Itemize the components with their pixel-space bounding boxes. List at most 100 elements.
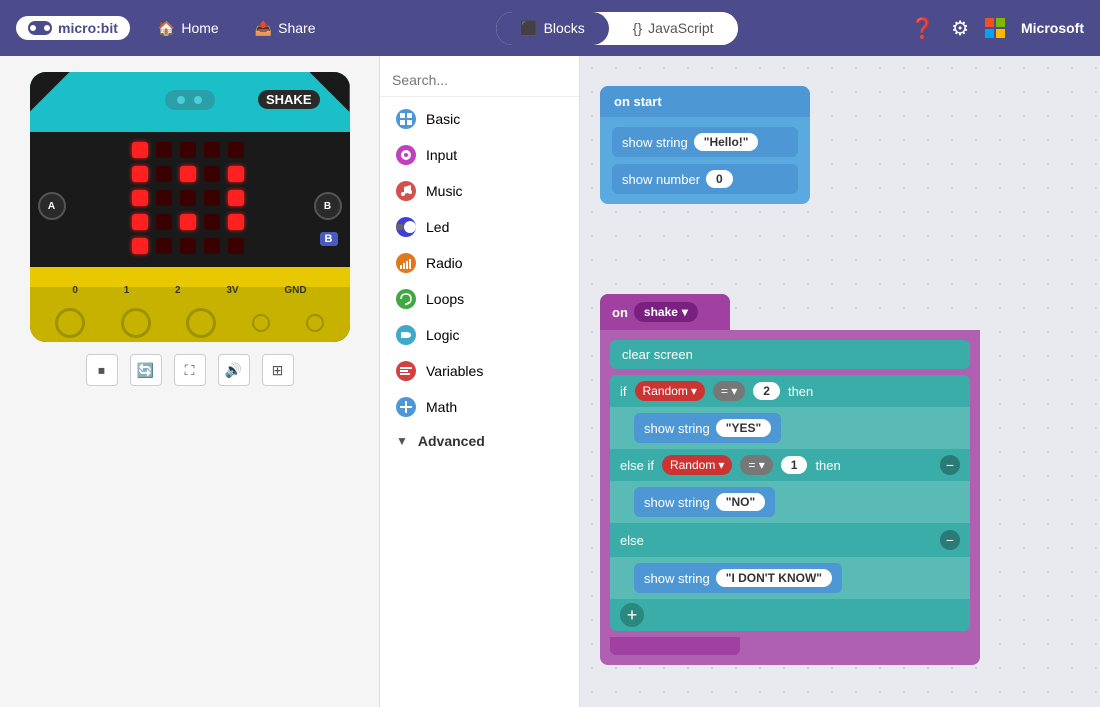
sidebar-item-basic[interactable]: Basic: [380, 101, 579, 137]
led-4-0: [132, 238, 148, 254]
radio-label: Radio: [426, 255, 463, 271]
loops-icon: [396, 289, 416, 309]
math-label: Math: [426, 399, 457, 415]
eq-op-2[interactable]: = ▾: [740, 455, 772, 475]
on-shake-block: on shake ▾ clear screen if Random: [600, 294, 980, 665]
stop-button[interactable]: ⏹: [86, 354, 118, 386]
clear-screen-label: clear screen: [622, 347, 693, 362]
home-button[interactable]: 🏠 Home: [150, 16, 227, 41]
face-sensor: [165, 90, 215, 110]
ms-red: [985, 18, 994, 27]
search-input[interactable]: [392, 72, 573, 88]
share-icon: 📤: [255, 20, 272, 37]
led-1-1: [156, 166, 172, 182]
random-label-1: Random: [643, 384, 688, 398]
shake-label: SHAKE: [258, 90, 320, 109]
sidebar-item-led[interactable]: Led: [380, 209, 579, 245]
minus-btn-2[interactable]: −: [940, 455, 960, 475]
logo[interactable]: micro:bit: [16, 16, 130, 40]
number-value: 0: [706, 170, 733, 188]
workspace: on start show string "Hello!" show numbe…: [580, 56, 1100, 707]
on-start-label: on start: [614, 94, 662, 109]
minus-btn-else[interactable]: −: [940, 530, 960, 550]
random-dropdown-1[interactable]: Random ▾: [635, 381, 705, 401]
eq-chevron-icon-1: ▾: [731, 384, 737, 398]
led-3-2: [180, 214, 196, 230]
expand-button[interactable]: ⊞: [262, 354, 294, 386]
else-if-header: else if Random ▾ = ▾ 1 then −: [610, 449, 970, 481]
sidebar-item-variables[interactable]: Variables: [380, 353, 579, 389]
advanced-label: Advanced: [418, 433, 485, 449]
led-1-4: [228, 166, 244, 182]
help-button[interactable]: ❓: [910, 16, 935, 41]
else-label: else: [620, 533, 644, 548]
led-1-2: [180, 166, 196, 182]
sound-button[interactable]: 🔊: [218, 354, 250, 386]
pin-circle-2: [186, 308, 216, 338]
ms-yellow: [996, 29, 1005, 38]
sidebar-item-loops[interactable]: Loops: [380, 281, 579, 317]
idk-value: "I DON'T KNOW": [716, 569, 832, 587]
microsoft-logo: [985, 18, 1005, 38]
sidebar-item-music[interactable]: Music: [380, 173, 579, 209]
on-shake-header: on shake ▾: [600, 294, 730, 330]
random-dropdown-2[interactable]: Random ▾: [662, 455, 732, 475]
share-button[interactable]: 📤 Share: [247, 16, 324, 41]
else-if-val: 1: [781, 456, 808, 474]
on-label: on: [612, 305, 628, 320]
fullscreen-button[interactable]: ⛶: [174, 354, 206, 386]
math-icon: [396, 397, 416, 417]
show-number-label: show number: [622, 172, 700, 187]
tab-blocks[interactable]: ⬛ Blocks: [496, 12, 609, 45]
show-string-yes[interactable]: show string "YES": [634, 413, 781, 443]
pin-label-gnd: GND: [284, 285, 306, 296]
on-shake-footer: [610, 637, 740, 655]
tab-javascript[interactable]: {} JavaScript: [609, 12, 738, 45]
button-b[interactable]: B: [314, 192, 342, 220]
led-0-4: [228, 142, 244, 158]
header-right: ❓ ⚙ Microsoft: [910, 16, 1084, 41]
if-block-container: if Random ▾ = ▾ 2 then: [610, 375, 970, 631]
settings-button[interactable]: ⚙: [951, 16, 969, 41]
show-string-no[interactable]: show string "NO": [634, 487, 775, 517]
sidebar-item-logic[interactable]: Logic: [380, 317, 579, 353]
eq-label-1: =: [721, 384, 728, 398]
button-a[interactable]: A: [38, 192, 66, 220]
variables-label: Variables: [426, 363, 483, 379]
input-label: Input: [426, 147, 457, 163]
shake-event: shake: [644, 305, 678, 319]
pin-circle-1: [121, 308, 151, 338]
logic-icon: [396, 325, 416, 345]
sidebar-item-math[interactable]: Math: [380, 389, 579, 425]
header: micro:bit 🏠 Home 📤 Share ⬛ Blocks {} Jav…: [0, 0, 1100, 56]
clear-screen-block[interactable]: clear screen: [610, 340, 970, 369]
show-number-block[interactable]: show number 0: [612, 164, 798, 194]
pin-label-1: 1: [124, 285, 130, 296]
pin-circle-gnd: [306, 314, 324, 332]
show-string-label-3: show string: [644, 571, 710, 586]
sidebar-item-radio[interactable]: Radio: [380, 245, 579, 281]
else-if-label: else if: [620, 458, 654, 473]
pin-label-0: 0: [72, 285, 78, 296]
sidebar-item-advanced[interactable]: ▼ Advanced: [380, 425, 579, 457]
restart-button[interactable]: 🔄: [130, 354, 162, 386]
pin-label-2: 2: [175, 285, 181, 296]
shake-dropdown[interactable]: shake ▾: [634, 302, 698, 322]
sidebar-item-input[interactable]: Input: [380, 137, 579, 173]
music-icon: [396, 181, 416, 201]
plus-button[interactable]: +: [620, 603, 644, 627]
show-string-hello[interactable]: show string "Hello!": [612, 127, 798, 157]
eq-chevron-icon-2: ▾: [759, 458, 765, 472]
shake-chevron-icon: ▾: [682, 305, 688, 319]
microsoft-label: Microsoft: [1021, 20, 1084, 36]
radio-icon: [396, 253, 416, 273]
led-4-1: [156, 238, 172, 254]
then-label-2: then: [815, 458, 840, 473]
on-start-body: show string "Hello!" show number 0: [600, 117, 810, 204]
show-string-label-2: show string: [644, 495, 710, 510]
b-badge: B: [320, 232, 338, 246]
ms-blue: [985, 29, 994, 38]
show-string-idk[interactable]: show string "I DON'T KNOW": [634, 563, 842, 593]
led-3-4: [228, 214, 244, 230]
eq-op-1[interactable]: = ▾: [713, 381, 745, 401]
